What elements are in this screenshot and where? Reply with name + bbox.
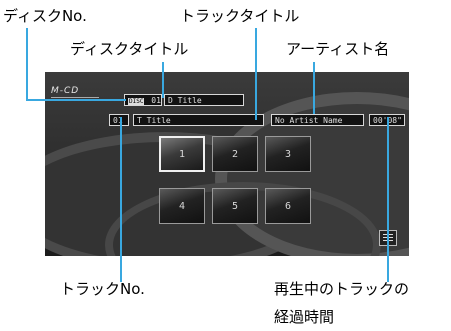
callout-track-no: トラックNo. [60, 280, 145, 298]
leader-line [313, 62, 315, 114]
disc-number-field: DISC 01 [124, 94, 162, 106]
callout-track-title: トラックタイトル [180, 7, 300, 25]
track-button-2[interactable]: 2 [212, 136, 258, 172]
track-button-4[interactable]: 4 [159, 188, 205, 224]
track-button-1[interactable]: 1 [159, 136, 205, 172]
disc-tag: DISC [128, 98, 145, 105]
source-logo: M-CD [51, 86, 100, 98]
callout-elapsed-line1: 再生中のトラックの [274, 280, 410, 298]
leader-line [26, 28, 28, 101]
track-number-field: 01 [109, 114, 129, 126]
leader-line [26, 99, 126, 101]
disc-title-field: D Title [164, 94, 244, 106]
artist-name-field: No Artist Name [271, 114, 364, 126]
track-button-3[interactable]: 3 [265, 136, 311, 172]
callout-elapsed-line2: 経過時間 [274, 308, 335, 326]
leader-line [255, 28, 257, 120]
leader-line [120, 117, 122, 282]
leader-line [162, 62, 164, 98]
track-title-field: T Title [133, 114, 264, 126]
disc-number: 01 [151, 96, 161, 105]
callout-disc-title: ディスクタイトル [70, 40, 189, 58]
callout-disc-no: ディスクNo. [3, 7, 87, 25]
track-button-5[interactable]: 5 [212, 188, 258, 224]
leader-line [387, 117, 389, 282]
callout-artist-name: アーティスト名 [286, 40, 390, 58]
track-button-6[interactable]: 6 [265, 188, 311, 224]
